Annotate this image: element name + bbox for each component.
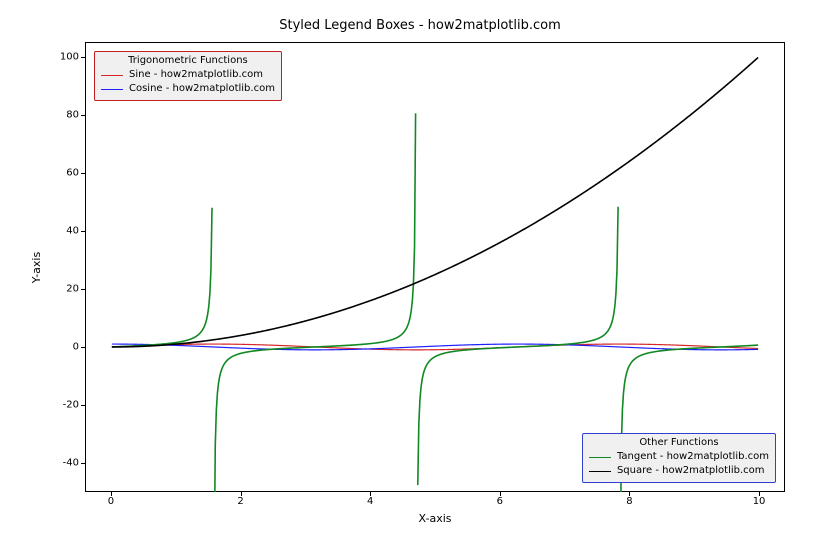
legend-swatch-square xyxy=(589,471,611,472)
ytick-mark xyxy=(81,289,85,290)
ytick-mark xyxy=(81,231,85,232)
legend-other: Other Functions Tangent - how2matplotlib… xyxy=(582,433,776,483)
ytick-mark xyxy=(81,57,85,58)
legend-label-sine: Sine - how2matplotlib.com xyxy=(129,68,263,82)
plot-area: Trigonometric Functions Sine - how2matpl… xyxy=(85,42,785,492)
ytick-label: 80 xyxy=(47,109,79,120)
ytick-mark xyxy=(81,115,85,116)
xtick-label: 10 xyxy=(753,496,766,507)
legend-swatch-sine xyxy=(101,75,123,76)
ytick-mark xyxy=(81,173,85,174)
legend-label-tangent: Tangent - how2matplotlib.com xyxy=(617,450,769,464)
legend-other-title: Other Functions xyxy=(589,437,769,448)
legend-swatch-cosine xyxy=(101,89,123,90)
ytick-label: 60 xyxy=(47,167,79,178)
legend-row-sine: Sine - how2matplotlib.com xyxy=(101,68,275,82)
ytick-mark xyxy=(81,463,85,464)
x-axis-label: X-axis xyxy=(85,512,785,525)
legend-label-cosine: Cosine - how2matplotlib.com xyxy=(129,82,275,96)
xtick-label: 8 xyxy=(626,496,632,507)
legend-label-square: Square - how2matplotlib.com xyxy=(617,464,765,478)
ytick-mark xyxy=(81,347,85,348)
xtick-label: 6 xyxy=(497,496,503,507)
xtick-label: 0 xyxy=(108,496,114,507)
ytick-label: 40 xyxy=(47,225,79,236)
legend-row-square: Square - how2matplotlib.com xyxy=(589,464,769,478)
ytick-label: 0 xyxy=(47,341,79,352)
xtick-label: 4 xyxy=(367,496,373,507)
figure: Styled Legend Boxes - how2matplotlib.com… xyxy=(0,0,840,560)
plot-svg xyxy=(86,43,784,492)
legend-trig: Trigonometric Functions Sine - how2matpl… xyxy=(94,51,282,101)
ytick-label: -20 xyxy=(47,399,79,410)
legend-trig-title: Trigonometric Functions xyxy=(101,55,275,66)
ytick-label: 20 xyxy=(47,283,79,294)
legend-row-cosine: Cosine - how2matplotlib.com xyxy=(101,82,275,96)
ytick-mark xyxy=(81,405,85,406)
y-axis-label: Y-axis xyxy=(30,42,44,492)
ytick-label: 100 xyxy=(47,51,79,62)
legend-row-tangent: Tangent - how2matplotlib.com xyxy=(589,450,769,464)
chart-title: Styled Legend Boxes - how2matplotlib.com xyxy=(0,18,840,33)
legend-swatch-tangent xyxy=(589,457,611,458)
xtick-label: 2 xyxy=(237,496,243,507)
ytick-label: -40 xyxy=(47,457,79,468)
